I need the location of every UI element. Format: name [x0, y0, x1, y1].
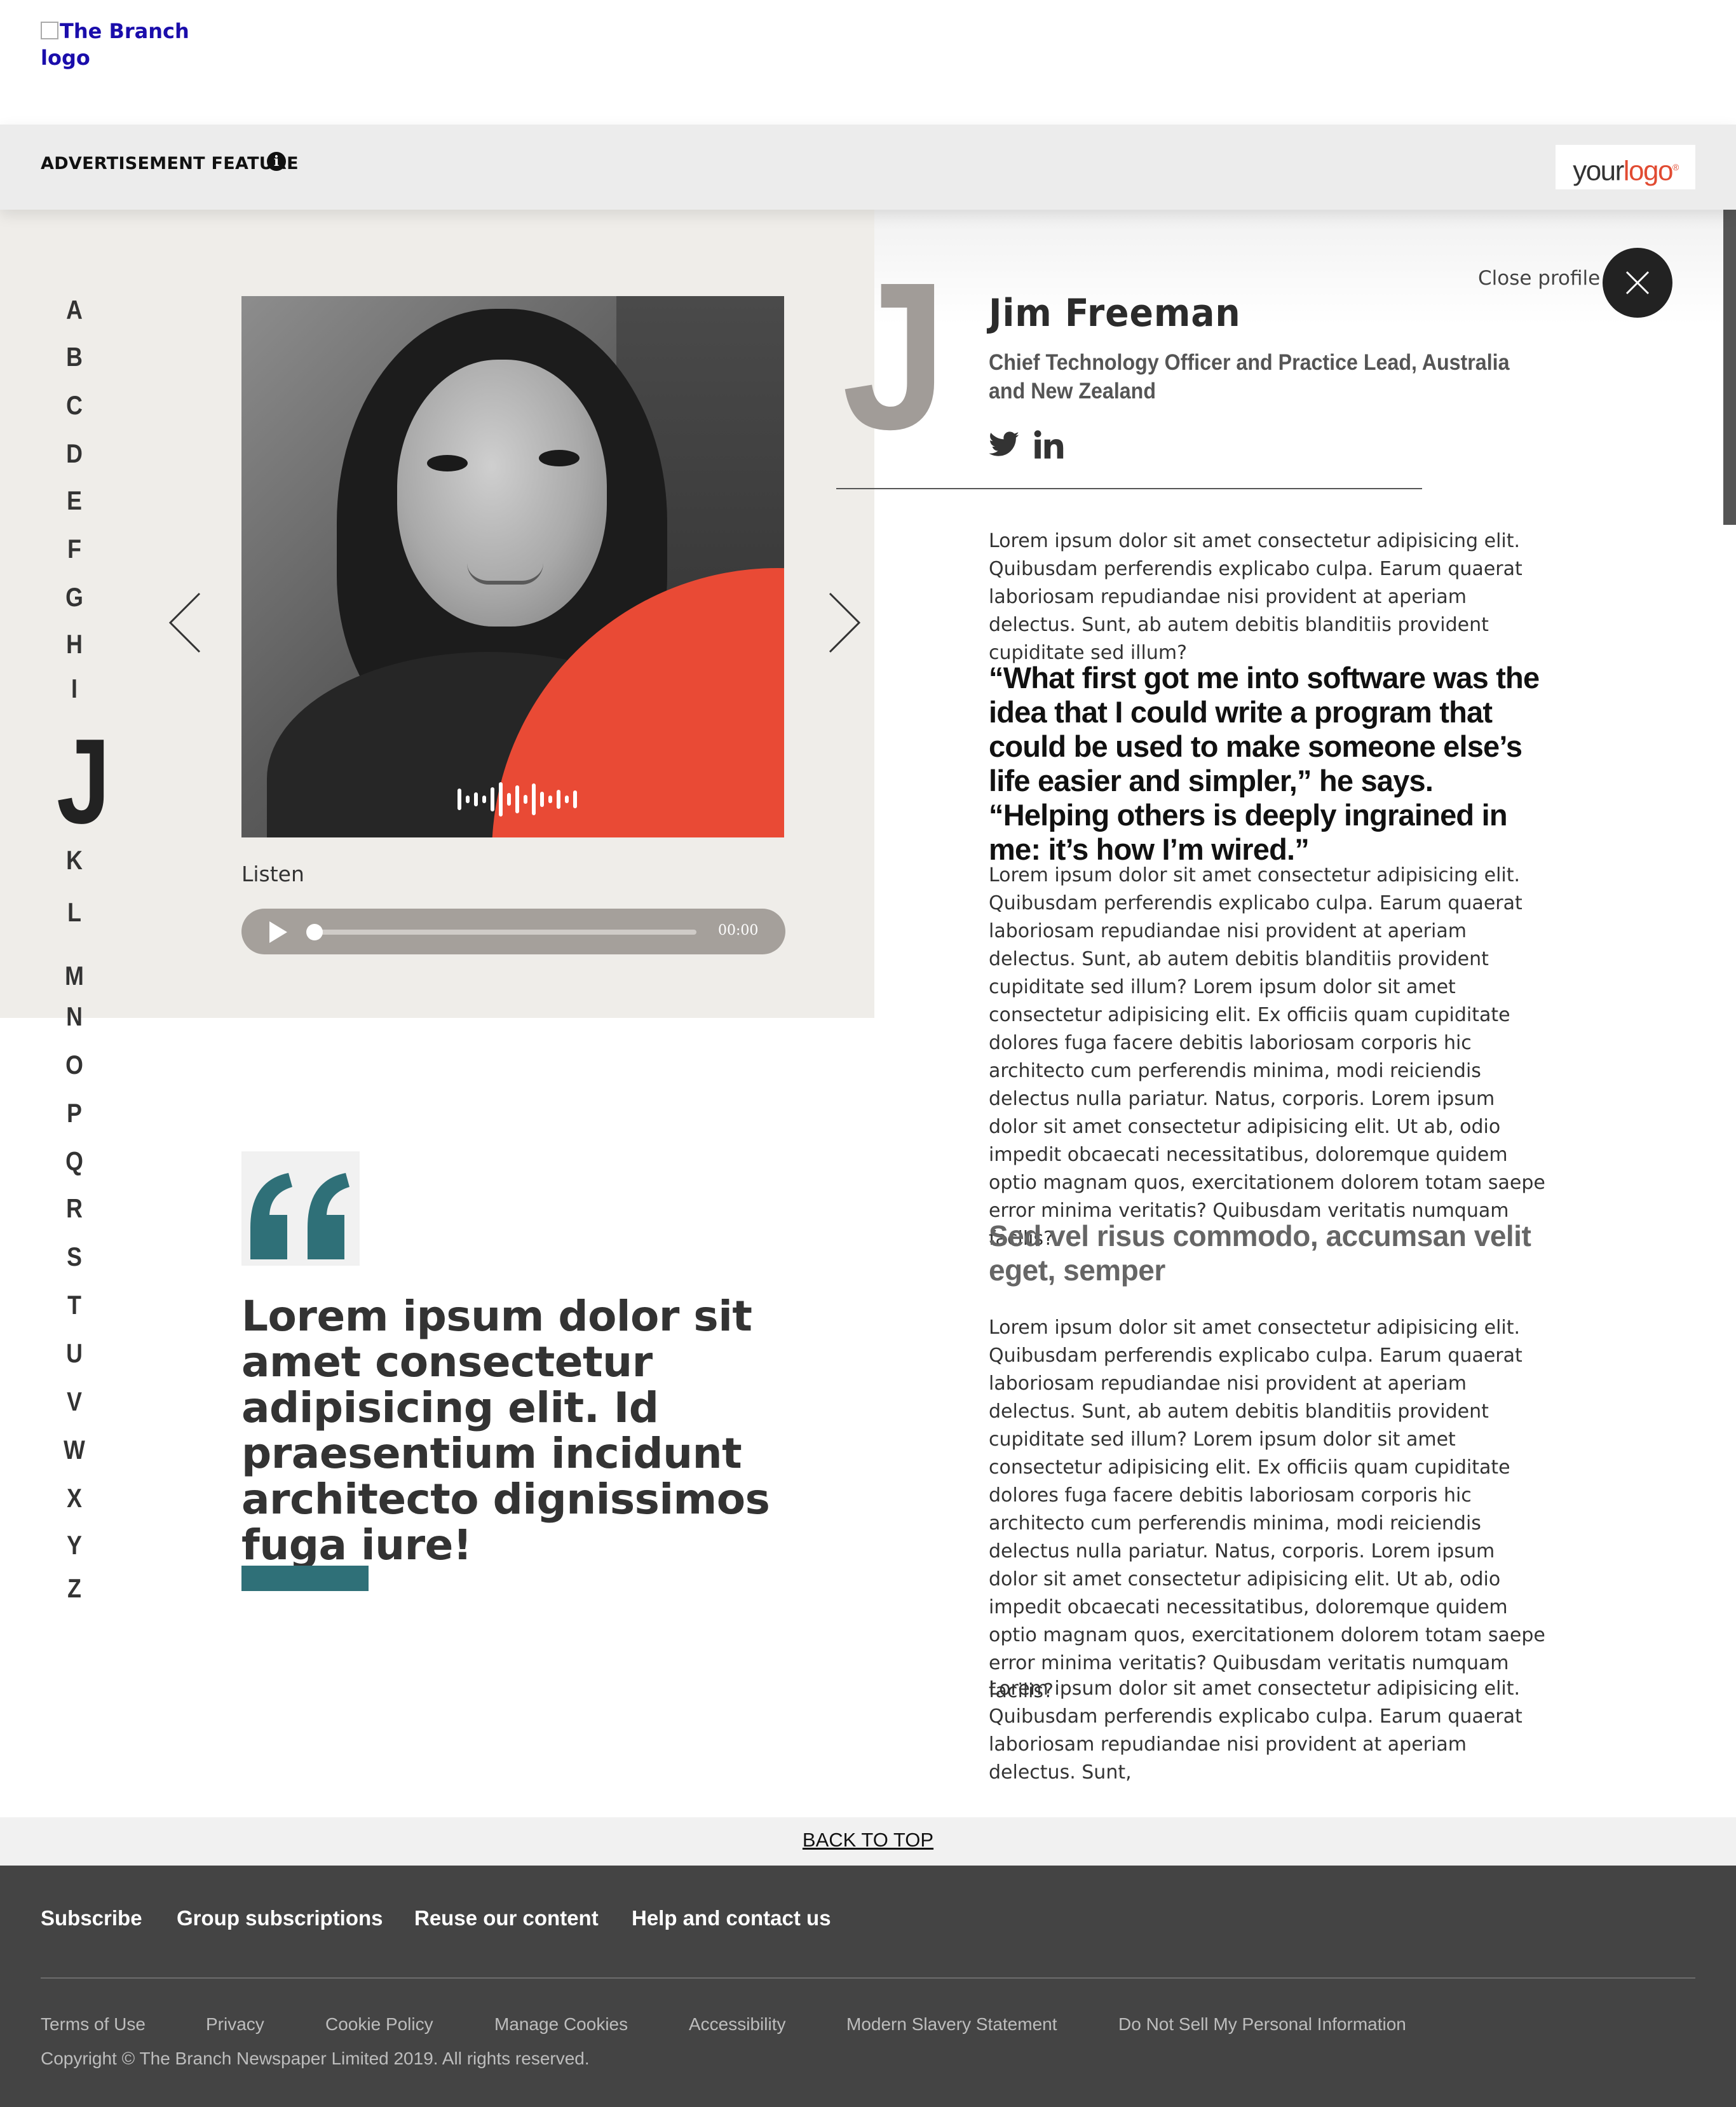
alphabet-letter-n[interactable]: N	[55, 1001, 93, 1032]
alphabet-letter-z[interactable]: Z	[55, 1573, 93, 1604]
alphabet-letter-selected[interactable]: J	[57, 721, 111, 842]
footer-nav-subscribe[interactable]: Subscribe	[41, 1906, 142, 1930]
alphabet-letter-w[interactable]: W	[55, 1435, 93, 1465]
article-paragraph-2: Lorem ipsum dolor sit amet consectetur a…	[989, 864, 1545, 1250]
sponsor-logo-word-1: your	[1573, 155, 1624, 187]
alphabet-letter-e[interactable]: E	[55, 485, 93, 516]
article-quote: “What first got me into software was the…	[989, 661, 1540, 866]
alphabet-letter-y[interactable]: Y	[55, 1530, 93, 1561]
alphabet-letter-u[interactable]: U	[55, 1338, 93, 1369]
profile-photo	[241, 296, 784, 837]
alphabet-letter-v[interactable]: V	[55, 1386, 93, 1417]
article-intro: Lorem ipsum dolor sit amet consectetur a…	[989, 530, 1522, 664]
audio-time: 00:00	[718, 923, 759, 938]
alphabet-letter-t[interactable]: T	[55, 1290, 93, 1320]
brand-logo[interactable]: The Branch logo	[41, 18, 193, 71]
alphabet-letter-c[interactable]: C	[55, 390, 93, 421]
alphabet-letter-k[interactable]: K	[55, 845, 93, 876]
profile-title: Chief Technology Officer and Practice Le…	[989, 350, 1510, 403]
close-profile-label[interactable]: Close profile	[1478, 267, 1600, 290]
alphabet-letter-x[interactable]: X	[55, 1483, 93, 1514]
alphabet-letter-h[interactable]: H	[55, 629, 93, 660]
alphabet-letter-l[interactable]: L	[55, 897, 93, 928]
alphabet-letter-d[interactable]: D	[55, 438, 93, 469]
back-to-top-bar: BACK TO TOP	[0, 1817, 1736, 1866]
twitter-icon[interactable]	[987, 427, 1021, 463]
pull-quote: Lorem ipsum dolor sit amet consectetur a…	[241, 1292, 770, 1569]
footer-nav-reuse-content[interactable]: Reuse our content	[414, 1906, 599, 1930]
sponsor-logo-word-2: logo	[1623, 155, 1674, 187]
pull-quote-accent-bar	[241, 1566, 369, 1591]
footer-divider	[41, 1977, 1695, 1979]
alphabet-letter-p[interactable]: P	[55, 1098, 93, 1128]
alphabet-letter-a[interactable]: A	[55, 295, 93, 325]
footer-link-terms[interactable]: Terms of Use	[41, 2014, 146, 2035]
footer-link-privacy[interactable]: Privacy	[206, 2014, 264, 2035]
footer-link-accessibility[interactable]: Accessibility	[689, 2014, 785, 2035]
copyright: Copyright © The Branch Newspaper Limited…	[41, 2049, 590, 2068]
alphabet-letter-i[interactable]: I	[55, 674, 93, 704]
alphabet-letter-b[interactable]: B	[55, 342, 93, 372]
brand-header: The Branch logo	[0, 0, 1736, 125]
profile-name: Jim Freeman	[989, 291, 1241, 335]
article-subheading: Sed vel risus commodo, accumsan velit eg…	[989, 1219, 1531, 1287]
linkedin-icon[interactable]	[1032, 427, 1065, 463]
footer-link-cookie-policy[interactable]: Cookie Policy	[325, 2014, 433, 2035]
audio-player: 00:00	[241, 909, 785, 954]
close-profile-button[interactable]	[1603, 248, 1672, 318]
footer-link-do-not-sell[interactable]: Do Not Sell My Personal Information	[1118, 2014, 1406, 2035]
close-icon	[1625, 271, 1650, 295]
registered-mark: ®	[1672, 162, 1679, 172]
profile-initial: J	[842, 238, 947, 473]
brand-logo-alt-text: The Branch logo	[41, 19, 189, 70]
back-to-top-link[interactable]: BACK TO TOP	[803, 1829, 933, 1852]
alphabet-letter-f[interactable]: F	[55, 534, 93, 564]
footer-nav-help-contact[interactable]: Help and contact us	[632, 1906, 831, 1930]
listen-label: Listen	[241, 862, 304, 886]
broken-image-icon	[41, 22, 58, 39]
quote-marks-icon	[241, 1151, 360, 1266]
alphabet-letter-g[interactable]: G	[55, 582, 93, 613]
page-scrollbar[interactable]	[1723, 210, 1736, 525]
play-icon[interactable]	[269, 921, 287, 943]
advertisement-bar: ADVERTISEMENT FEATURE i yourlogo®	[0, 125, 1736, 210]
audio-progress-knob[interactable]	[306, 924, 323, 940]
header-divider	[836, 488, 1422, 489]
info-icon[interactable]: i	[267, 152, 286, 171]
article-paragraph-3: Lorem ipsum dolor sit amet consectetur a…	[989, 1317, 1545, 1702]
alphabet-letter-r[interactable]: R	[55, 1193, 93, 1224]
advertisement-label: ADVERTISEMENT FEATURE	[41, 154, 299, 173]
alphabet-letter-o[interactable]: O	[55, 1050, 93, 1080]
sponsor-logo[interactable]: yourlogo®	[1556, 145, 1695, 189]
site-footer: Subscribe Group subscriptions Reuse our …	[0, 1866, 1736, 2107]
footer-nav-group-subscriptions[interactable]: Group subscriptions	[177, 1906, 383, 1930]
audio-progress-track[interactable]	[313, 930, 696, 935]
alphabet-letter-m[interactable]: M	[55, 961, 93, 991]
alphabet-letter-s[interactable]: S	[55, 1242, 93, 1272]
footer-link-modern-slavery[interactable]: Modern Slavery Statement	[846, 2014, 1057, 2035]
next-profile-chevron-icon[interactable]	[825, 591, 863, 654]
footer-link-manage-cookies[interactable]: Manage Cookies	[494, 2014, 628, 2035]
soundwave-icon	[458, 780, 577, 818]
previous-profile-chevron-icon[interactable]	[166, 591, 205, 654]
alphabet-letter-q[interactable]: Q	[55, 1146, 93, 1177]
article-paragraph-4: Lorem ipsum dolor sit amet consectetur a…	[989, 1677, 1522, 1784]
